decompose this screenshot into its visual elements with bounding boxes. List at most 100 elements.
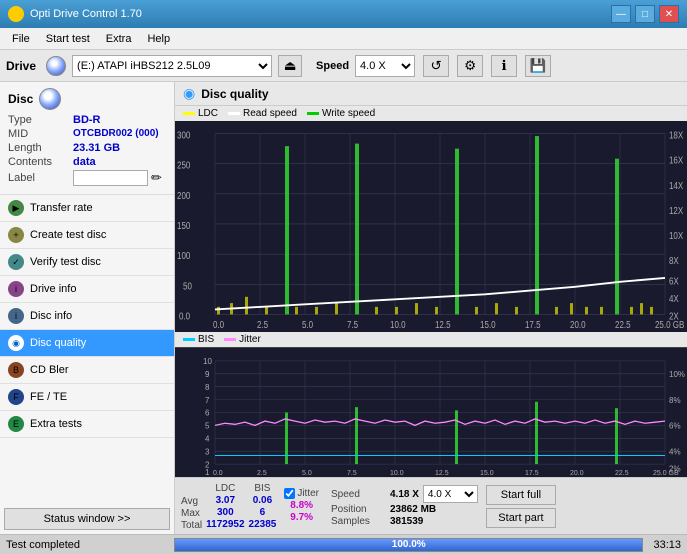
svg-text:4: 4 xyxy=(205,433,210,443)
label-input[interactable] xyxy=(73,170,148,186)
maximize-button[interactable]: □ xyxy=(635,5,655,23)
disc-quality-icon: ◉ xyxy=(8,335,24,351)
sidebar-item-create-test-disc[interactable]: + Create test disc xyxy=(0,222,174,249)
svg-text:250: 250 xyxy=(177,160,190,171)
start-full-button[interactable]: Start full xyxy=(486,485,556,505)
speed-dropdown[interactable]: 4.0 X 2.0 X 8.0 X xyxy=(423,485,478,503)
ldc-color-swatch xyxy=(183,112,195,115)
svg-text:7.5: 7.5 xyxy=(347,319,358,330)
svg-text:10%: 10% xyxy=(669,369,686,379)
sidebar-item-verify-test-disc[interactable]: ✓ Verify test disc xyxy=(0,249,174,276)
read-speed-color-swatch xyxy=(228,112,240,115)
svg-text:8%: 8% xyxy=(669,395,681,405)
label-label: Label xyxy=(8,172,73,184)
menu-extra[interactable]: Extra xyxy=(98,31,140,47)
close-button[interactable]: ✕ xyxy=(659,5,679,23)
refresh-button[interactable]: ↺ xyxy=(423,55,449,77)
action-buttons: Start full Start part xyxy=(486,485,556,528)
sidebar-item-cd-bler[interactable]: B CD Bler xyxy=(0,357,174,384)
speed-row: Speed 4.18 X 4.0 X 2.0 X 8.0 X xyxy=(331,485,478,503)
type-label: Type xyxy=(8,114,73,126)
sidebar-item-disc-quality[interactable]: ◉ Disc quality xyxy=(0,330,174,357)
ldc-column: LDC 3.07 300 1172952 xyxy=(206,483,244,530)
ldc-header: LDC xyxy=(206,483,244,494)
svg-text:12.5: 12.5 xyxy=(435,468,449,477)
svg-text:25.0 GB: 25.0 GB xyxy=(655,319,684,330)
samples-key: Samples xyxy=(331,516,386,527)
lower-chart-legend: BIS Jitter xyxy=(175,332,687,347)
bis-avg-value: 0.06 xyxy=(249,495,277,506)
stats-area: Avg Max Total LDC 3.07 300 1172952 BIS 0… xyxy=(175,477,687,534)
write-speed-legend-label: Write speed xyxy=(322,108,375,119)
sidebar-item-transfer-rate[interactable]: ▶ Transfer rate xyxy=(0,195,174,222)
statusbar: Test completed 100.0% 33:13 xyxy=(0,534,687,554)
speed-section: Speed 4.18 X 4.0 X 2.0 X 8.0 X Position … xyxy=(331,485,478,527)
svg-text:20.0: 20.0 xyxy=(570,319,586,330)
svg-text:5.0: 5.0 xyxy=(302,468,312,477)
stats-labels: Avg Max Total xyxy=(181,481,202,531)
bis-color-swatch xyxy=(183,338,195,341)
legend-read-speed: Read speed xyxy=(228,108,297,119)
bis-header: BIS xyxy=(249,483,277,494)
jitter-avg-value: 8.8% xyxy=(284,500,319,511)
progress-bar-fill: 100.0% xyxy=(175,539,642,551)
sidebar: Disc Type BD-R MID OTCBDR002 (000) Lengt… xyxy=(0,82,175,534)
chart-legend: LDC Read speed Write speed xyxy=(175,106,687,121)
minimize-button[interactable]: — xyxy=(611,5,631,23)
length-value: 23.31 GB xyxy=(73,142,120,154)
disc-quality-header-icon: ◉ xyxy=(183,85,195,102)
disc-quality-label: Disc quality xyxy=(30,337,86,349)
svg-text:25.0 GB: 25.0 GB xyxy=(653,468,679,477)
sidebar-item-disc-info[interactable]: i Disc info xyxy=(0,303,174,330)
sidebar-item-fe-te[interactable]: F FE / TE xyxy=(0,384,174,411)
cd-bler-icon: B xyxy=(8,362,24,378)
menu-file[interactable]: File xyxy=(4,31,38,47)
save-button[interactable]: 💾 xyxy=(525,55,551,77)
verify-test-disc-icon: ✓ xyxy=(8,254,24,270)
svg-text:10: 10 xyxy=(203,356,212,366)
status-window-button[interactable]: Status window >> xyxy=(4,508,170,530)
info-button[interactable]: ℹ xyxy=(491,55,517,77)
position-row: Position 23862 MB xyxy=(331,504,478,515)
svg-text:150: 150 xyxy=(177,220,190,231)
svg-text:0.0: 0.0 xyxy=(179,311,190,322)
settings-button[interactable]: ⚙ xyxy=(457,55,483,77)
jitter-max-value: 9.7% xyxy=(284,512,319,523)
window-controls: — □ ✕ xyxy=(611,5,679,23)
svg-text:7: 7 xyxy=(205,395,210,405)
svg-text:5: 5 xyxy=(205,420,210,430)
sidebar-item-drive-info[interactable]: i Drive info xyxy=(0,276,174,303)
drive-select[interactable]: (E:) ATAPI iHBS212 2.5L09 xyxy=(72,55,272,77)
sidebar-item-extra-tests[interactable]: E Extra tests xyxy=(0,411,174,438)
svg-text:50: 50 xyxy=(183,280,192,291)
legend-write-speed: Write speed xyxy=(307,108,375,119)
svg-text:0.0: 0.0 xyxy=(213,319,224,330)
extra-tests-label: Extra tests xyxy=(30,418,82,430)
jitter-header-row: Jitter xyxy=(284,488,319,499)
create-test-disc-label: Create test disc xyxy=(30,229,106,241)
length-label: Length xyxy=(8,142,73,154)
menubar: File Start test Extra Help xyxy=(0,28,687,50)
speed-select[interactable]: 4.0 X 2.0 X 8.0 X xyxy=(355,55,415,77)
svg-text:3: 3 xyxy=(205,446,210,456)
menu-start-test[interactable]: Start test xyxy=(38,31,98,47)
menu-help[interactable]: Help xyxy=(139,31,178,47)
svg-text:6X: 6X xyxy=(669,275,679,286)
svg-text:15.0: 15.0 xyxy=(480,319,496,330)
jitter-header: Jitter xyxy=(297,488,319,499)
svg-text:9: 9 xyxy=(205,369,210,379)
jitter-checkbox[interactable] xyxy=(284,488,295,499)
svg-text:4X: 4X xyxy=(669,293,679,304)
label-edit-icon[interactable]: ✏ xyxy=(151,170,162,186)
write-speed-color-swatch xyxy=(307,112,319,115)
eject-button[interactable]: ⏏ xyxy=(278,55,302,77)
disc-section-title: Disc xyxy=(8,92,33,106)
drive-row: Drive (E:) ATAPI iHBS212 2.5L09 ⏏ Speed … xyxy=(0,50,687,82)
start-part-button[interactable]: Start part xyxy=(486,508,556,528)
drive-info-label: Drive info xyxy=(30,283,76,295)
titlebar: Opti Drive Control 1.70 — □ ✕ xyxy=(0,0,687,28)
svg-text:2.5: 2.5 xyxy=(257,319,268,330)
legend-bis: BIS xyxy=(183,334,214,345)
disc-icon xyxy=(39,88,61,110)
svg-text:0.0: 0.0 xyxy=(213,468,223,477)
